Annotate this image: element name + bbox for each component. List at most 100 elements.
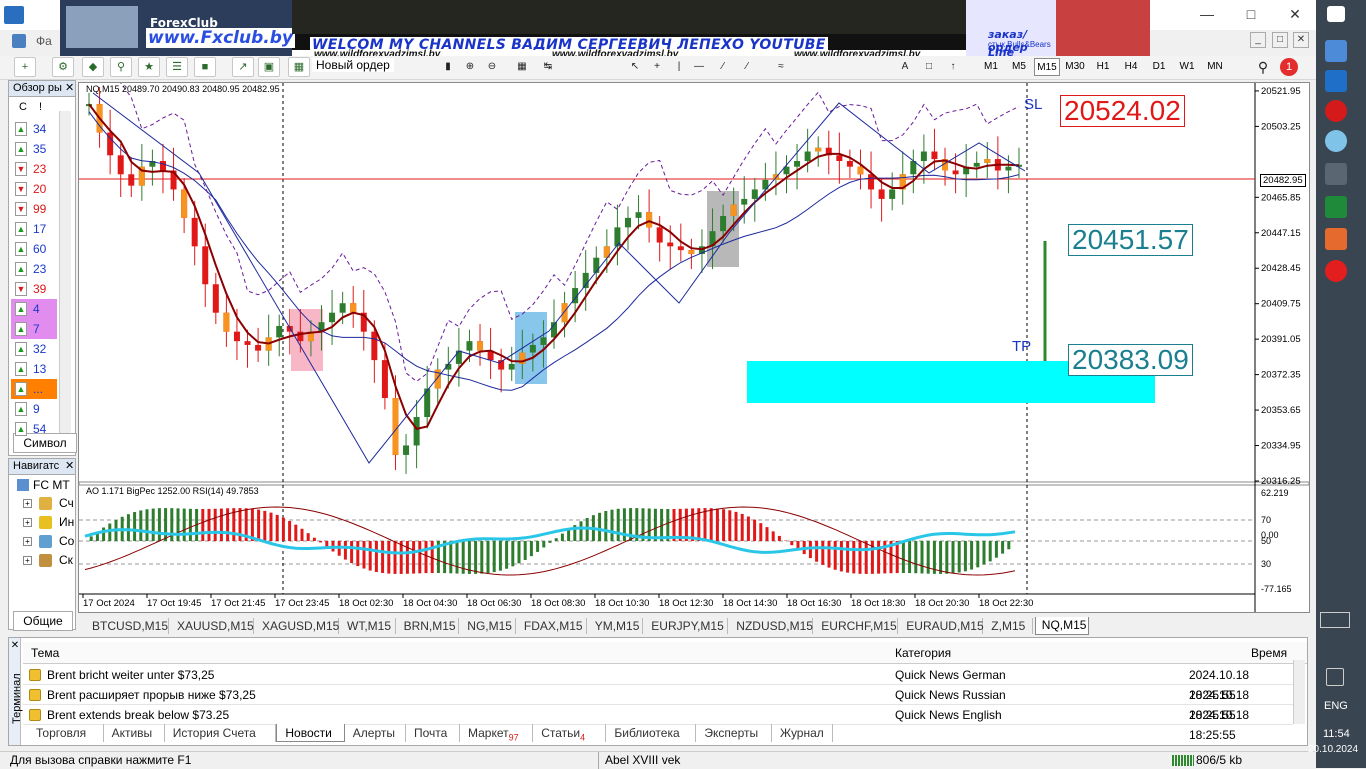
mw-row[interactable]: ▼ 20 <box>11 179 57 199</box>
terminal-tab[interactable]: Почта <box>406 724 460 742</box>
child-minimize-button[interactable]: _ <box>1250 32 1266 48</box>
paint-icon[interactable] <box>1325 130 1347 152</box>
expand-icon[interactable]: + <box>23 556 32 565</box>
chart-tab[interactable]: WT,M15 <box>341 618 396 634</box>
mw-row[interactable]: ▲ 9 <box>11 399 57 419</box>
chart-tab[interactable]: NZDUSD,M15 <box>730 618 814 634</box>
chart-tab[interactable]: NG,M15 <box>461 618 516 634</box>
terminal-tab[interactable]: Новости <box>276 724 345 742</box>
nav-item[interactable]: Сч <box>59 496 74 510</box>
timeframe-m5[interactable]: M5 <box>1006 58 1032 76</box>
mw-row[interactable]: ▼ 99 <box>11 199 57 219</box>
chart-tab[interactable]: FDAX,M15 <box>518 618 587 634</box>
child-close-button[interactable]: ✕ <box>1293 32 1309 48</box>
mw-row[interactable]: ▼ 23 <box>11 159 57 179</box>
speaker-icon[interactable] <box>1325 163 1347 185</box>
new-order-icon[interactable]: ▦ <box>288 57 310 77</box>
nav-tab-common[interactable]: Общие <box>13 611 73 631</box>
mw-row[interactable]: ▲... <box>11 379 57 399</box>
news-row[interactable]: Brent extends break below $73.25 Quick Ne… <box>23 705 1293 742</box>
keyboard-icon[interactable] <box>1320 612 1350 628</box>
mw-row[interactable]: ▲ 17 <box>11 219 57 239</box>
nav-root[interactable]: FC MT <box>33 478 70 492</box>
chart-tab[interactable]: EURAUD,M15 <box>900 618 984 634</box>
chart-tab[interactable]: YM,M15 <box>589 618 644 634</box>
chart-tab[interactable]: EURCHF,M15 <box>815 618 899 634</box>
hline-icon[interactable]: — <box>692 58 706 76</box>
zoom-out-icon[interactable]: ⊖ <box>484 58 500 76</box>
news-row[interactable]: Brent расширяет прорыв ниже $73,25 Quick … <box>23 685 1293 722</box>
timeframe-h4[interactable]: H4 <box>1118 58 1144 76</box>
expand-icon[interactable]: + <box>23 499 32 508</box>
nav-item[interactable]: Ин <box>59 515 74 529</box>
explorer-icon[interactable] <box>1325 40 1347 62</box>
fibo-icon[interactable]: ≈ <box>774 58 788 76</box>
chart-tab[interactable]: XAUUSD,M15 <box>171 618 254 634</box>
col-time[interactable]: Время <box>1251 646 1287 660</box>
chart-tab[interactable]: EURJPY,M15 <box>645 618 729 634</box>
news-scrollbar[interactable] <box>1293 660 1305 724</box>
terminal-tab[interactable]: Журнал <box>772 724 834 742</box>
ad-banner[interactable]: ForexClub www.Fxclub.by WELCOM MY CHANNE… <box>60 0 1150 58</box>
chart-window-icon[interactable]: ↗ <box>232 57 254 77</box>
mw-row[interactable]: ▲ 4 <box>11 299 57 319</box>
autoscroll-icon[interactable]: ↹ <box>540 58 556 76</box>
terminal-icon[interactable]: ☰ <box>166 57 188 77</box>
chart-tab[interactable]: BRN,M15 <box>398 618 460 634</box>
terminal-tab[interactable]: История Счета <box>165 724 277 742</box>
navigator-close[interactable]: ✕ <box>65 459 74 472</box>
timeframe-h1[interactable]: H1 <box>1090 58 1116 76</box>
nav-item[interactable]: Ск <box>59 553 73 567</box>
mw-row[interactable]: ▲ 54 <box>11 419 57 439</box>
chart-tab[interactable]: NQ,M15 <box>1034 617 1090 635</box>
clock-date[interactable]: 20.10.2024 <box>1308 744 1358 755</box>
outlook-icon[interactable] <box>1325 70 1347 92</box>
mt4-icon[interactable] <box>1325 228 1347 250</box>
cursor-icon[interactable]: ↖ <box>628 58 642 76</box>
chart-tab[interactable]: Z,M15 <box>985 618 1033 634</box>
mw-col-change[interactable]: ! <box>39 101 42 113</box>
trendline-icon[interactable]: ∕ <box>716 58 730 76</box>
clock-time[interactable]: 11:54 <box>1323 728 1350 740</box>
chart-tab[interactable]: BTCUSD,M15 <box>86 618 169 634</box>
profiles-icon[interactable]: ⚙ <box>52 57 74 77</box>
crosshair-icon[interactable]: + <box>650 58 664 76</box>
calc-icon[interactable] <box>1325 196 1347 218</box>
terminal-tab[interactable]: Маркет97 <box>460 724 534 742</box>
minimize-button[interactable]: — <box>1196 2 1218 24</box>
expand-icon[interactable]: + <box>23 518 32 527</box>
opera-icon[interactable] <box>1325 100 1347 122</box>
col-category[interactable]: Категория <box>895 646 951 660</box>
timeframe-d1[interactable]: D1 <box>1146 58 1172 76</box>
mw-row[interactable]: ▼ 39 <box>11 279 57 299</box>
arrow-tool-icon[interactable]: ↑ <box>946 58 960 76</box>
chart-tab[interactable]: XAGUSD,M15 <box>256 618 339 634</box>
label-icon[interactable]: □ <box>922 58 936 76</box>
text-icon[interactable]: A <box>898 58 912 76</box>
mw-row[interactable]: ▲ 60 <box>11 239 57 259</box>
mw-row[interactable]: ▲ 35 <box>11 139 57 159</box>
mw-row[interactable]: ▲ 34 <box>11 119 57 139</box>
start-icon[interactable] <box>1327 6 1345 22</box>
expand-icon[interactable]: + <box>23 537 32 546</box>
close-button[interactable]: ✕ <box>1284 2 1306 24</box>
channel-icon[interactable]: ∕ <box>740 58 754 76</box>
lang-indicator[interactable]: ENG <box>1324 700 1348 712</box>
menu-file[interactable]: Фа <box>36 34 52 48</box>
timeframe-m15[interactable]: M15 <box>1034 58 1060 76</box>
mw-row[interactable]: ▲ 23 <box>11 259 57 279</box>
timeframe-m1[interactable]: M1 <box>978 58 1004 76</box>
news-row[interactable]: Brent bricht weiter unter $73,25 Quick Ne… <box>23 665 1293 702</box>
zoom-in-icon[interactable]: ⊕ <box>462 58 478 76</box>
col-topic[interactable]: Тема <box>31 646 59 660</box>
mw-row[interactable]: ▲ 7 <box>11 319 57 339</box>
terminal-tab[interactable]: Торговля <box>28 724 104 742</box>
bar-chart-icon[interactable]: ▮ <box>440 58 456 76</box>
terminal-close[interactable]: ✕ <box>9 640 21 651</box>
mw-col-symbol[interactable]: С <box>19 101 27 113</box>
mw-row[interactable]: ▲ 13 <box>11 359 57 379</box>
new-chart-icon[interactable]: + <box>14 57 36 77</box>
record-icon[interactable] <box>1325 260 1347 282</box>
tray-icon[interactable] <box>1326 668 1344 686</box>
mw-row[interactable]: ▲ 32 <box>11 339 57 359</box>
